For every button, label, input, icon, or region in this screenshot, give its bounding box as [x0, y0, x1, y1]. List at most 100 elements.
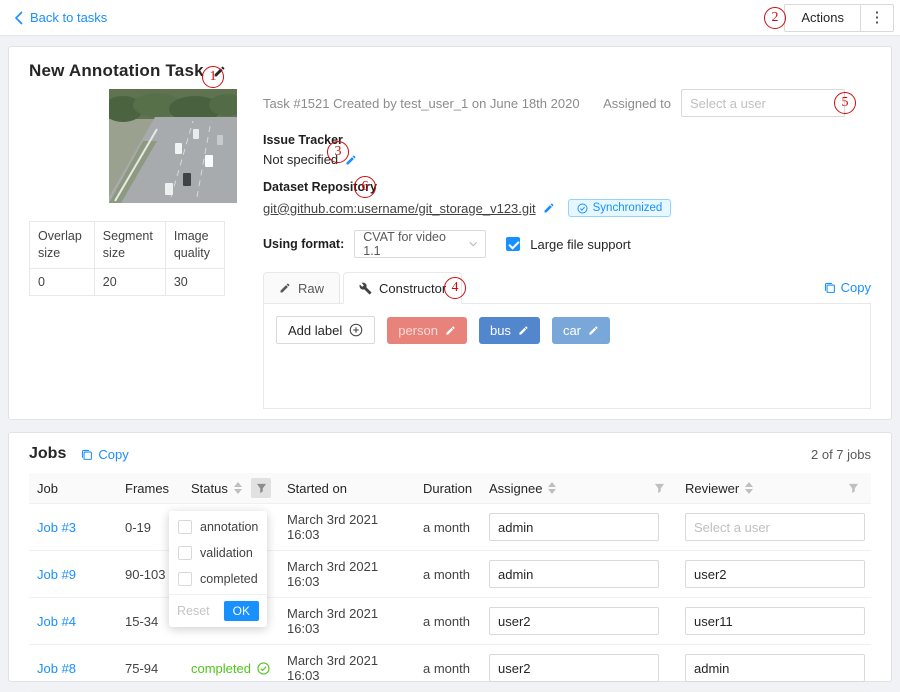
jobs-header: Jobs Copy 2 of 7 jobs [29, 445, 871, 463]
reviewer-filter-button[interactable] [843, 478, 863, 498]
reviewer-sorter-icon[interactable] [745, 482, 753, 494]
checkbox-icon[interactable] [178, 572, 192, 586]
filter-footer: Reset OK [169, 594, 267, 627]
assignee-input[interactable] [489, 607, 659, 635]
issue-tracker-label: Issue Tracker [263, 133, 871, 147]
job-link[interactable]: Job #8 [37, 661, 76, 676]
labels-tabs: Raw Constructor Copy [263, 272, 871, 303]
table-row: Job #3 0-19 March 3rd 2021 16:03 a month [29, 504, 871, 551]
copy-labels-link[interactable]: Copy [823, 280, 871, 295]
edit-repository-button[interactable] [543, 202, 555, 214]
sync-status-label: Synchronized [593, 202, 663, 214]
assignee-input[interactable] [489, 513, 659, 541]
reviewer-input[interactable] [685, 560, 865, 588]
reviewer-input[interactable] [685, 607, 865, 635]
param-value-overlap: 0 [30, 268, 95, 295]
label-chip-car[interactable]: car [552, 317, 610, 344]
wrench-icon [359, 282, 372, 295]
copy-labels-label: Copy [841, 280, 871, 295]
reviewer-input[interactable] [685, 654, 865, 682]
reviewer-input[interactable] [685, 513, 865, 541]
table-row: Job #9 90-103 March 3rd 2021 16:03 a mon… [29, 551, 871, 598]
actions-group: Actions ⋮ [784, 4, 894, 32]
task-preview-image [109, 89, 237, 203]
copy-jobs-link[interactable]: Copy [80, 447, 128, 462]
status-cell: completed [183, 645, 279, 692]
column-assignee[interactable]: Assignee [481, 473, 677, 504]
filter-reset-button[interactable]: Reset [177, 604, 210, 618]
assigned-to-label: Assigned to [603, 96, 671, 111]
task-right-column: Task #1521 Created by test_user_1 on Jun… [263, 89, 871, 409]
assignee-input[interactable] [489, 654, 659, 682]
pencil-icon [543, 202, 555, 214]
filter-option-annotation[interactable]: annotation [169, 514, 267, 540]
jobs-table-header-row: Job Frames Status Started on Duration [29, 473, 871, 504]
filter-option-label: completed [200, 572, 258, 586]
annotation-circle-6: 6 [354, 176, 376, 198]
table-row: Job #8 75-94 completed March 3rd 2021 16… [29, 645, 871, 692]
column-reviewer[interactable]: Reviewer [677, 473, 871, 504]
copy-icon [823, 281, 836, 294]
column-frames: Frames [117, 473, 183, 504]
duration-cell: a month [415, 598, 481, 645]
format-select[interactable]: CVAT for video 1.1 [354, 230, 486, 258]
jobs-card: Jobs Copy 2 of 7 jobs Job Frames Status [8, 432, 892, 682]
task-meta-row: Task #1521 Created by test_user_1 on Jun… [263, 89, 871, 117]
status-filter-button[interactable] [251, 478, 271, 498]
back-to-tasks-link[interactable]: Back to tasks [14, 10, 107, 25]
job-link[interactable]: Job #9 [37, 567, 76, 582]
task-body: Overlap size Segment size Image quality … [29, 89, 871, 409]
copy-jobs-label: Copy [98, 447, 128, 462]
assignee-filter-button[interactable] [649, 478, 669, 498]
large-file-label: Large file support [530, 237, 630, 252]
assigned-to-input[interactable] [681, 89, 845, 117]
label-chip-car-name: car [563, 323, 581, 338]
column-assignee-label: Assignee [489, 481, 542, 496]
assignee-sorter-icon[interactable] [548, 482, 556, 494]
checkbox-icon[interactable] [178, 520, 192, 534]
status-filter-dropdown: annotation validation completed Reset OK [169, 511, 267, 627]
duration-cell: a month [415, 504, 481, 551]
job-link[interactable]: Job #4 [37, 614, 76, 629]
column-job: Job [29, 473, 117, 504]
checkbox-icon[interactable] [178, 546, 192, 560]
job-link[interactable]: Job #3 [37, 520, 76, 535]
actions-button[interactable]: Actions [784, 4, 861, 32]
filter-funnel-icon [848, 483, 859, 494]
back-to-tasks-label: Back to tasks [30, 10, 107, 25]
dataset-repository-url[interactable]: git@github.com:username/git_storage_v123… [263, 201, 536, 216]
param-header-quality: Image quality [165, 222, 224, 269]
filter-option-validation[interactable]: validation [169, 540, 267, 566]
started-cell: March 3rd 2021 16:03 [279, 645, 415, 692]
annotation-circle-3: 3 [327, 141, 349, 163]
filter-ok-button[interactable]: OK [224, 601, 259, 621]
copy-icon [80, 448, 93, 461]
sync-status-badge[interactable]: Synchronized [568, 199, 672, 217]
annotation-circle-1: 1 [202, 66, 224, 88]
large-file-checkbox[interactable] [506, 237, 520, 251]
column-duration: Duration [415, 473, 481, 504]
column-status[interactable]: Status [183, 473, 279, 504]
filter-option-label: validation [200, 546, 253, 560]
filter-option-completed[interactable]: completed [169, 566, 267, 592]
label-chip-bus[interactable]: bus [479, 317, 540, 344]
issue-tracker-field: Issue Tracker Not specified [263, 133, 871, 167]
task-details-card: New Annotation Task [8, 46, 892, 420]
chevron-down-icon [469, 241, 477, 247]
tab-constructor-label: Constructor [379, 281, 446, 296]
add-label-text: Add label [288, 323, 342, 338]
pencil-icon [518, 325, 529, 336]
assignee-input[interactable] [489, 560, 659, 588]
add-label-button[interactable]: Add label [276, 316, 375, 344]
duration-cell: a month [415, 645, 481, 692]
tab-raw[interactable]: Raw [263, 272, 340, 304]
duration-cell: a month [415, 551, 481, 598]
more-vertical-icon: ⋮ [870, 9, 885, 26]
pencil-icon [445, 325, 456, 336]
jobs-title: Jobs [29, 445, 66, 463]
more-menu-button[interactable]: ⋮ [860, 4, 894, 32]
filter-funnel-icon [654, 483, 665, 494]
status-sorter-icon[interactable] [234, 482, 242, 494]
label-chip-person[interactable]: person [387, 317, 467, 344]
task-meta-text: Task #1521 Created by test_user_1 on Jun… [263, 96, 603, 111]
